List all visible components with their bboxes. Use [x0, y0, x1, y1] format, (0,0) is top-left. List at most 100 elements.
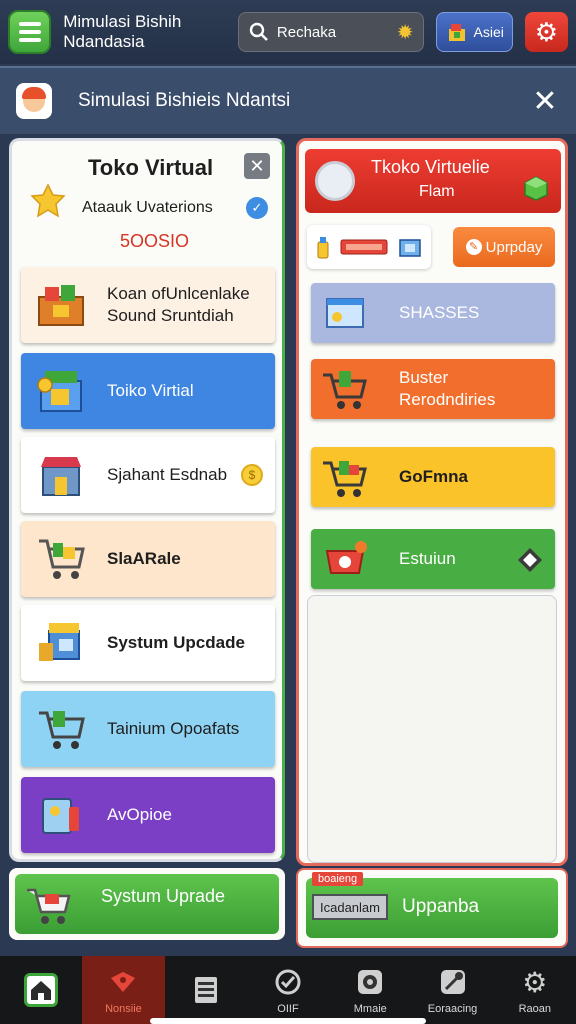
right-button-2-label: Buster Rerodndiries	[399, 368, 496, 409]
crate-icon	[38, 285, 84, 326]
nav-shield-label: OIIF	[277, 1003, 299, 1015]
right-button-4[interactable]: Estuiun	[311, 529, 555, 589]
right-button-4-label: Estuiun	[399, 549, 456, 568]
star-icon	[30, 183, 66, 218]
info-icon[interactable]: ✓	[246, 197, 268, 219]
left-item-6-label: Tainium Opoafats	[107, 719, 240, 738]
right-panel-subtitle: Flam	[419, 183, 455, 200]
home-indicator	[150, 1018, 426, 1024]
nav-shield[interactable]: OIIF	[247, 956, 329, 1024]
left-panel-subtitle: Ataauk Uvaterions	[82, 199, 213, 216]
bar-icon[interactable]	[340, 238, 388, 256]
top-bar: Mimulasi Bishih Ndandasia Rechaka ✹ Asie…	[0, 0, 576, 64]
shop-icon	[41, 457, 81, 496]
shield-icon	[271, 965, 305, 999]
left-item-2[interactable]: Toiko Virtial	[21, 353, 275, 429]
left-item-2-label: Toiko Virtial	[107, 381, 194, 400]
money-balance: 5OOSIO	[120, 231, 190, 251]
right-button-3[interactable]: GoFmna	[311, 447, 555, 507]
left-panel-title: Toko Virtual	[88, 155, 214, 180]
update-label: Uprpday	[485, 238, 543, 256]
close-icon[interactable]: ✕	[530, 84, 560, 119]
box-icon	[39, 623, 80, 661]
status-badge: boaieng	[312, 872, 364, 886]
left-item-3[interactable]: Sjahant Esdnab $	[21, 437, 275, 513]
right-button-1-label: SHASSES	[399, 303, 480, 322]
bottom-left-action: Systum Uprade	[9, 868, 285, 940]
close-icon[interactable]: ✕	[244, 153, 270, 179]
avatar[interactable]	[16, 83, 52, 119]
camera-icon	[353, 965, 387, 999]
update-action-label: Uppanba	[402, 896, 480, 917]
left-item-5-label: Systum Upcdade	[107, 633, 245, 652]
app-title-line1: Mimulasi Bishih	[63, 12, 182, 31]
left-item-7-label: AvOpioe	[107, 805, 172, 824]
gear-icon: ⚙	[522, 966, 548, 998]
cart-icon	[323, 371, 367, 409]
sub-header: Simulasi Bishieis Ndantsi ✕	[0, 66, 576, 134]
app-title-line2: Ndandasia	[63, 32, 145, 51]
nav-settings[interactable]: ⚙ Raoan	[494, 956, 576, 1024]
window-icon	[326, 298, 364, 328]
left-panel: Toko Virtual ✕ Ataauk Uvaterions ✓ 5OOSI…	[9, 138, 285, 862]
left-item-3-label: Sjahant Esdnab	[107, 465, 228, 484]
asset-label: Asiei	[473, 24, 504, 40]
nav-shop-label: Nonsiie	[105, 1003, 142, 1015]
left-item-5[interactable]: Systum Upcdade	[21, 605, 275, 681]
search-text: Rechaka	[276, 23, 337, 41]
nav-tools-label: Eoraacing	[427, 1003, 478, 1015]
app-title: Mimulasi Bishih Ndandasia	[63, 12, 220, 52]
bottle-icon[interactable]	[315, 234, 331, 260]
bag-icon	[106, 965, 140, 999]
tool-row	[307, 225, 431, 269]
update-button[interactable]: ✎ Uprpday	[453, 227, 555, 267]
asset-button[interactable]: Asiei	[436, 12, 513, 52]
gear-icon: ⚙	[534, 16, 559, 47]
magnifier-icon	[315, 161, 355, 201]
nav-list[interactable]	[165, 956, 247, 1024]
edit-icon: ✎	[465, 239, 482, 255]
nav-shop[interactable]: Nonsiie	[82, 956, 165, 1024]
right-button-1[interactable]: SHASSES	[311, 283, 555, 343]
right-panel-title: Tkoko Virtuelie	[371, 157, 490, 177]
system-update-label: Systum Uprade	[101, 885, 226, 906]
shop-icon	[448, 24, 465, 41]
tag-icon	[518, 548, 542, 572]
left-item-4-label: SlaARale	[107, 549, 181, 568]
gear-icon[interactable]: ✹	[397, 20, 414, 45]
search-input[interactable]: Rechaka ✹	[237, 12, 425, 52]
nav-settings-label: Raoan	[518, 1003, 552, 1015]
cart-icon	[39, 711, 85, 749]
right-button-3-label: GoFmna	[399, 467, 468, 486]
box-icon[interactable]	[397, 234, 423, 260]
bottom-nav: Nonsiie OIIF Mmaie Eoraacing ⚙ Raoan	[0, 956, 576, 1024]
left-item-4[interactable]: SlaARale	[21, 521, 275, 597]
nav-tools[interactable]: Eoraacing	[411, 956, 493, 1024]
store-icon	[37, 371, 82, 412]
nav-camera[interactable]: Mmaie	[329, 956, 411, 1024]
empty-content-area	[307, 595, 557, 863]
nav-home[interactable]	[0, 956, 82, 1024]
update-action-button[interactable]: boaieng Icadanlam Uppanba	[306, 872, 558, 938]
left-item-1-label: Koan ofUnlcenlake Sound Sruntdiah	[107, 284, 250, 325]
left-item-6[interactable]: Tainium Opoafats	[21, 691, 275, 767]
cube-icon	[524, 176, 548, 201]
left-panel-header: Toko Virtual ✕ Ataauk Uvaterions ✓ 5OOSI…	[12, 141, 282, 261]
right-panel: Tkoko Virtuelie Flam ✎ Uprpday SHASSES B…	[296, 138, 568, 866]
left-item-1[interactable]: Koan ofUnlcenlake Sound Sruntdiah	[21, 267, 275, 343]
cart-icon	[39, 539, 85, 579]
right-panel-header[interactable]: Tkoko Virtuelie Flam	[305, 149, 561, 213]
sub-header-title: Simulasi Bishieis Ndantsi	[78, 90, 291, 111]
right-button-2[interactable]: Buster Rerodndiries	[311, 359, 555, 419]
settings-button[interactable]: ⚙	[524, 12, 568, 52]
basket-icon	[325, 541, 367, 574]
list-icon	[189, 973, 223, 1007]
cart-icon	[323, 461, 367, 497]
home-icon	[24, 973, 59, 1007]
nav-camera-label: Mmaie	[353, 1003, 387, 1015]
system-update-button[interactable]: Systum Uprade	[15, 874, 279, 934]
tools-icon	[436, 965, 470, 999]
left-item-7[interactable]: AvOpioe	[21, 777, 275, 853]
menu-button[interactable]	[8, 10, 52, 54]
coin-icon: $	[241, 464, 263, 486]
